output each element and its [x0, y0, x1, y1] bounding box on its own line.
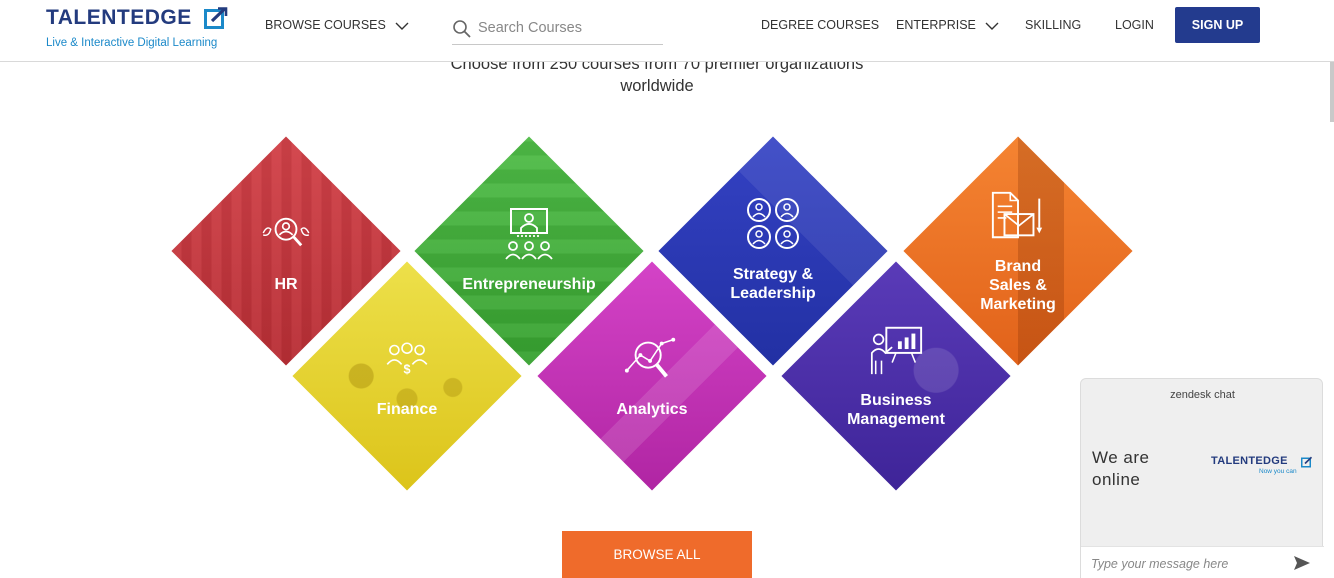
diamond-shape — [903, 136, 1133, 366]
course-search — [452, 13, 663, 45]
category-label: Business — [860, 392, 932, 409]
page-scrollbar[interactable] — [1330, 62, 1334, 122]
browse-all-button[interactable]: BROWSE ALL — [562, 531, 752, 578]
documents-mail-icon — [991, 191, 1043, 239]
send-icon[interactable] — [1293, 555, 1311, 571]
search-input[interactable] — [478, 17, 658, 39]
chevron-down-icon — [395, 22, 409, 30]
intro-line-2: worldwide — [620, 77, 694, 95]
skilling-link[interactable]: SKILLING — [1025, 18, 1081, 32]
site-header: TALENTEDGE Live & Interactive Digital Le… — [0, 0, 1334, 62]
search-icon[interactable] — [452, 19, 472, 39]
chat-input-bar — [1081, 546, 1324, 578]
browse-courses-label: BROWSE COURSES — [265, 18, 386, 32]
category-brand-sales-marketing[interactable]: Brand Sales & Marketing — [903, 136, 1133, 366]
logo-tagline: Live & Interactive Digital Learning — [46, 37, 218, 49]
talentedge-logo[interactable]: TALENTEDGE Live & Interactive Digital Le… — [46, 6, 236, 52]
svg-text:$: $ — [403, 362, 410, 376]
chat-logo-tagline: Now you can — [1259, 468, 1297, 475]
team-group-icon — [747, 198, 799, 249]
chat-status: We are online — [1092, 447, 1150, 491]
enterprise-label: ENTERPRISE — [896, 18, 976, 32]
category-label: Finance — [376, 401, 438, 418]
chat-message-input[interactable] — [1091, 555, 1281, 573]
chat-talentedge-logo: TALENTEDGE Now you can — [1211, 455, 1315, 479]
magnifier-people-icon — [262, 217, 310, 247]
zendesk-chat-widget[interactable]: zendesk chat We are online TALENTEDGE No… — [1080, 378, 1324, 578]
category-label: Analytics — [616, 401, 688, 418]
degree-courses-link[interactable]: DEGREE COURSES — [761, 18, 879, 32]
logo-wordmark: TALENTEDGE — [46, 6, 192, 29]
category-label: Management — [847, 411, 945, 428]
chat-status-line-2: online — [1092, 470, 1141, 489]
browse-courses-menu[interactable]: BROWSE COURSES — [265, 18, 409, 32]
enterprise-menu[interactable]: ENTERPRISE — [896, 18, 999, 32]
logo-square-arrow-icon — [204, 7, 228, 29]
category-label: Marketing — [980, 296, 1056, 313]
presentation-people-icon — [505, 208, 553, 260]
category-label: Brand — [994, 258, 1042, 275]
chevron-down-icon — [985, 22, 999, 30]
category-label: Sales & — [989, 277, 1047, 294]
chat-title: zendesk chat — [1170, 389, 1235, 401]
logo-square-arrow-icon — [1301, 456, 1313, 468]
signup-button[interactable]: SIGN UP — [1175, 7, 1260, 43]
chat-logo-wordmark: TALENTEDGE — [1211, 455, 1288, 467]
login-link[interactable]: LOGIN — [1115, 18, 1154, 32]
chat-status-line-1: We are — [1092, 448, 1150, 467]
